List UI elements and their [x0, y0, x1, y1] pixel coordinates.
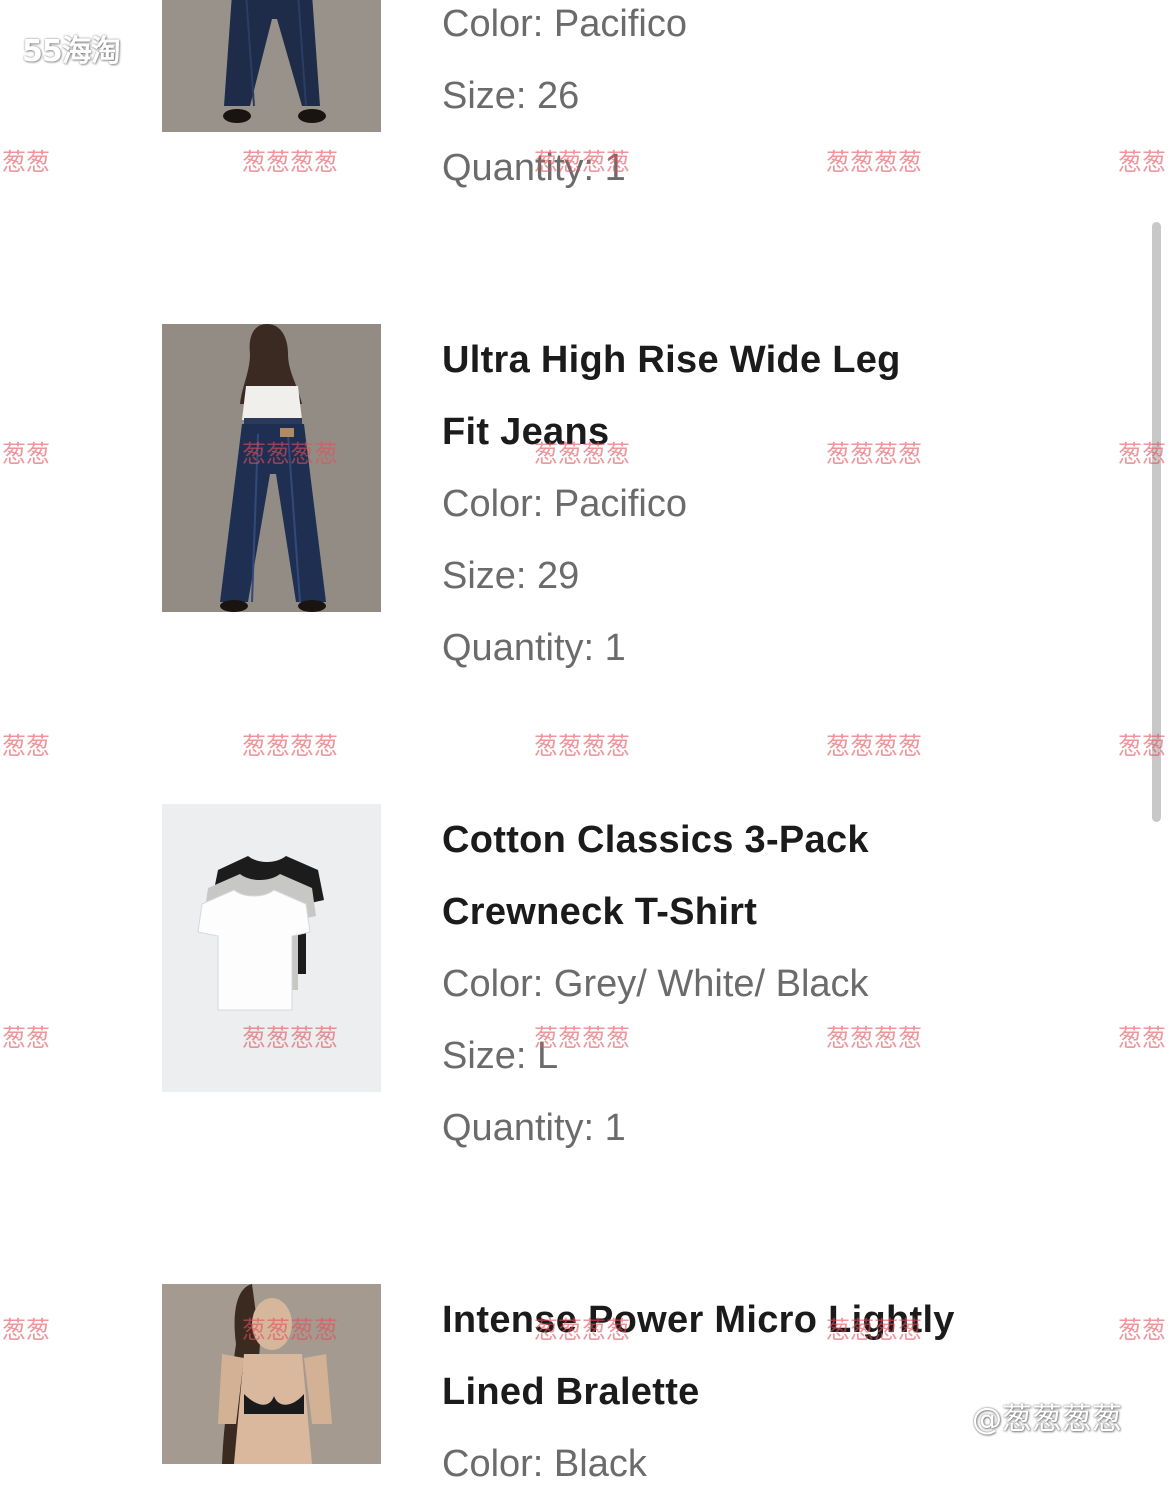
item-color: Color: Pacifico — [442, 3, 687, 45]
item-quantity: Quantity: 1 — [442, 147, 626, 189]
item-quantity: Quantity: 1 — [442, 627, 626, 669]
vertical-scrollbar[interactable] — [1152, 222, 1161, 822]
item-details: Intense Power Micro Lightly Lined Bralet… — [442, 1284, 1062, 1500]
item-color: Color: Pacifico — [442, 483, 687, 525]
item-quantity: Quantity: 1 — [442, 1107, 626, 1149]
order-items-list: Color: Pacifico Size: 26 Quantity: 1 Ult… — [0, 0, 1170, 1485]
tshirt-photo-icon — [162, 804, 381, 1092]
item-title-line1[interactable]: Ultra High Rise Wide Leg — [442, 324, 1062, 396]
item-title-line2[interactable]: Lined Bralette — [442, 1356, 1062, 1428]
item-title-line2[interactable]: Crewneck T-Shirt — [442, 876, 1062, 948]
product-image[interactable] — [162, 0, 381, 132]
item-title-line1[interactable]: Intense Power Micro Lightly — [442, 1284, 1062, 1356]
product-image[interactable] — [162, 324, 381, 612]
bralette-photo-icon — [162, 1284, 381, 1464]
site-logo-watermark: 55海淘 — [22, 34, 121, 69]
author-watermark: @葱葱葱葱 — [972, 1402, 1122, 1437]
product-image[interactable] — [162, 1284, 381, 1464]
item-details: Ultra High Rise Wide Leg Fit Jeans Color… — [442, 324, 1062, 684]
item-size: Size: L — [442, 1035, 559, 1077]
item-details: Color: Pacifico Size: 26 Quantity: 1 — [442, 0, 1062, 204]
item-color: Color: Black — [442, 1443, 647, 1485]
item-title-line2[interactable]: Fit Jeans — [442, 396, 1062, 468]
item-details: Cotton Classics 3-Pack Crewneck T-Shirt … — [442, 804, 1062, 1164]
item-title-line1[interactable]: Cotton Classics 3-Pack — [442, 804, 1062, 876]
jeans-photo-icon — [162, 0, 381, 132]
item-size: Size: 26 — [442, 75, 580, 117]
item-color: Color: Grey/ White/ Black — [442, 963, 869, 1005]
jeans-photo-icon — [162, 324, 381, 612]
item-size: Size: 29 — [442, 555, 580, 597]
product-image[interactable] — [162, 804, 381, 1092]
